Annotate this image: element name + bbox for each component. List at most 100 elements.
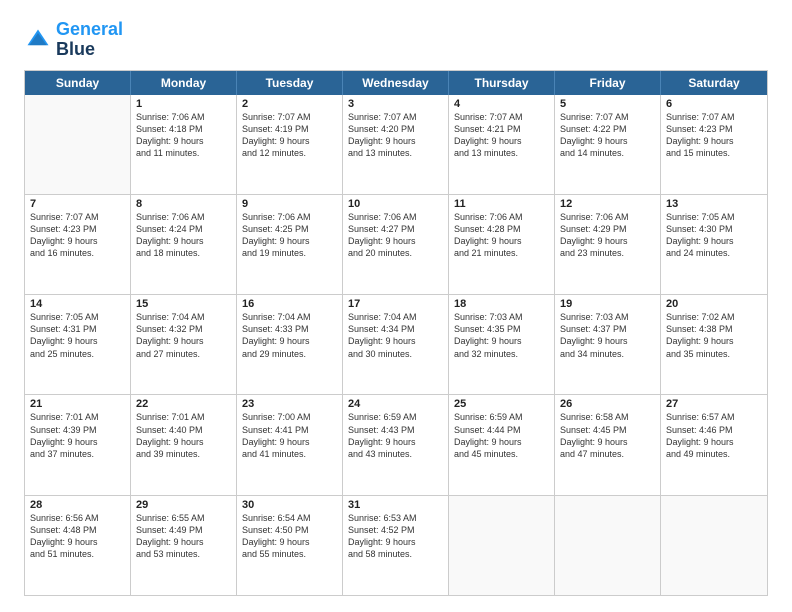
day-number: 30 <box>242 499 337 511</box>
calendar-body: 1Sunrise: 7:06 AM Sunset: 4:18 PM Daylig… <box>25 95 767 595</box>
calendar-header-day: Sunday <box>25 71 131 95</box>
day-number: 21 <box>30 398 125 410</box>
day-number: 16 <box>242 298 337 310</box>
calendar-header-day: Wednesday <box>343 71 449 95</box>
day-info: Sunrise: 6:54 AM Sunset: 4:50 PM Dayligh… <box>242 512 337 561</box>
calendar-cell: 30Sunrise: 6:54 AM Sunset: 4:50 PM Dayli… <box>237 496 343 595</box>
calendar-week-row: 14Sunrise: 7:05 AM Sunset: 4:31 PM Dayli… <box>25 295 767 395</box>
calendar-cell <box>449 496 555 595</box>
calendar-cell: 23Sunrise: 7:00 AM Sunset: 4:41 PM Dayli… <box>237 395 343 494</box>
day-info: Sunrise: 7:03 AM Sunset: 4:35 PM Dayligh… <box>454 311 549 360</box>
day-info: Sunrise: 7:07 AM Sunset: 4:21 PM Dayligh… <box>454 111 549 160</box>
calendar-header-day: Thursday <box>449 71 555 95</box>
calendar: SundayMondayTuesdayWednesdayThursdayFrid… <box>24 70 768 596</box>
calendar-week-row: 21Sunrise: 7:01 AM Sunset: 4:39 PM Dayli… <box>25 395 767 495</box>
calendar-cell: 14Sunrise: 7:05 AM Sunset: 4:31 PM Dayli… <box>25 295 131 394</box>
day-info: Sunrise: 7:06 AM Sunset: 4:27 PM Dayligh… <box>348 211 443 260</box>
day-info: Sunrise: 7:06 AM Sunset: 4:25 PM Dayligh… <box>242 211 337 260</box>
day-info: Sunrise: 6:56 AM Sunset: 4:48 PM Dayligh… <box>30 512 125 561</box>
day-number: 7 <box>30 198 125 210</box>
calendar-week-row: 1Sunrise: 7:06 AM Sunset: 4:18 PM Daylig… <box>25 95 767 195</box>
calendar-cell: 12Sunrise: 7:06 AM Sunset: 4:29 PM Dayli… <box>555 195 661 294</box>
day-number: 10 <box>348 198 443 210</box>
day-info: Sunrise: 7:07 AM Sunset: 4:19 PM Dayligh… <box>242 111 337 160</box>
calendar-cell: 26Sunrise: 6:58 AM Sunset: 4:45 PM Dayli… <box>555 395 661 494</box>
day-number: 27 <box>666 398 762 410</box>
day-info: Sunrise: 6:58 AM Sunset: 4:45 PM Dayligh… <box>560 411 655 460</box>
calendar-cell: 11Sunrise: 7:06 AM Sunset: 4:28 PM Dayli… <box>449 195 555 294</box>
day-number: 12 <box>560 198 655 210</box>
day-info: Sunrise: 6:59 AM Sunset: 4:43 PM Dayligh… <box>348 411 443 460</box>
day-info: Sunrise: 7:05 AM Sunset: 4:30 PM Dayligh… <box>666 211 762 260</box>
day-number: 17 <box>348 298 443 310</box>
day-info: Sunrise: 7:05 AM Sunset: 4:31 PM Dayligh… <box>30 311 125 360</box>
day-info: Sunrise: 7:07 AM Sunset: 4:23 PM Dayligh… <box>30 211 125 260</box>
day-number: 19 <box>560 298 655 310</box>
day-info: Sunrise: 6:53 AM Sunset: 4:52 PM Dayligh… <box>348 512 443 561</box>
day-info: Sunrise: 7:07 AM Sunset: 4:20 PM Dayligh… <box>348 111 443 160</box>
day-info: Sunrise: 7:00 AM Sunset: 4:41 PM Dayligh… <box>242 411 337 460</box>
calendar-cell: 4Sunrise: 7:07 AM Sunset: 4:21 PM Daylig… <box>449 95 555 194</box>
calendar-header-day: Saturday <box>661 71 767 95</box>
calendar-cell <box>555 496 661 595</box>
calendar-cell: 22Sunrise: 7:01 AM Sunset: 4:40 PM Dayli… <box>131 395 237 494</box>
day-info: Sunrise: 7:03 AM Sunset: 4:37 PM Dayligh… <box>560 311 655 360</box>
day-number: 4 <box>454 98 549 110</box>
day-number: 31 <box>348 499 443 511</box>
day-number: 28 <box>30 499 125 511</box>
day-number: 13 <box>666 198 762 210</box>
day-number: 8 <box>136 198 231 210</box>
calendar-cell: 25Sunrise: 6:59 AM Sunset: 4:44 PM Dayli… <box>449 395 555 494</box>
day-info: Sunrise: 7:02 AM Sunset: 4:38 PM Dayligh… <box>666 311 762 360</box>
day-info: Sunrise: 7:04 AM Sunset: 4:34 PM Dayligh… <box>348 311 443 360</box>
calendar-week-row: 7Sunrise: 7:07 AM Sunset: 4:23 PM Daylig… <box>25 195 767 295</box>
day-info: Sunrise: 7:07 AM Sunset: 4:22 PM Dayligh… <box>560 111 655 160</box>
calendar-cell: 19Sunrise: 7:03 AM Sunset: 4:37 PM Dayli… <box>555 295 661 394</box>
day-info: Sunrise: 7:04 AM Sunset: 4:32 PM Dayligh… <box>136 311 231 360</box>
logo: General Blue <box>24 20 123 60</box>
calendar-cell: 15Sunrise: 7:04 AM Sunset: 4:32 PM Dayli… <box>131 295 237 394</box>
calendar-cell: 1Sunrise: 7:06 AM Sunset: 4:18 PM Daylig… <box>131 95 237 194</box>
calendar-cell: 24Sunrise: 6:59 AM Sunset: 4:43 PM Dayli… <box>343 395 449 494</box>
day-number: 29 <box>136 499 231 511</box>
day-info: Sunrise: 7:01 AM Sunset: 4:40 PM Dayligh… <box>136 411 231 460</box>
calendar-cell: 20Sunrise: 7:02 AM Sunset: 4:38 PM Dayli… <box>661 295 767 394</box>
calendar-header-day: Monday <box>131 71 237 95</box>
header: General Blue <box>24 20 768 60</box>
calendar-cell: 6Sunrise: 7:07 AM Sunset: 4:23 PM Daylig… <box>661 95 767 194</box>
logo-text: General Blue <box>56 20 123 60</box>
day-number: 15 <box>136 298 231 310</box>
day-info: Sunrise: 7:06 AM Sunset: 4:29 PM Dayligh… <box>560 211 655 260</box>
calendar-cell: 7Sunrise: 7:07 AM Sunset: 4:23 PM Daylig… <box>25 195 131 294</box>
calendar-cell: 27Sunrise: 6:57 AM Sunset: 4:46 PM Dayli… <box>661 395 767 494</box>
day-number: 20 <box>666 298 762 310</box>
day-number: 1 <box>136 98 231 110</box>
calendar-cell: 9Sunrise: 7:06 AM Sunset: 4:25 PM Daylig… <box>237 195 343 294</box>
day-info: Sunrise: 7:06 AM Sunset: 4:24 PM Dayligh… <box>136 211 231 260</box>
day-info: Sunrise: 6:55 AM Sunset: 4:49 PM Dayligh… <box>136 512 231 561</box>
calendar-cell: 29Sunrise: 6:55 AM Sunset: 4:49 PM Dayli… <box>131 496 237 595</box>
day-info: Sunrise: 6:59 AM Sunset: 4:44 PM Dayligh… <box>454 411 549 460</box>
day-info: Sunrise: 7:04 AM Sunset: 4:33 PM Dayligh… <box>242 311 337 360</box>
day-info: Sunrise: 7:07 AM Sunset: 4:23 PM Dayligh… <box>666 111 762 160</box>
calendar-cell: 8Sunrise: 7:06 AM Sunset: 4:24 PM Daylig… <box>131 195 237 294</box>
day-number: 26 <box>560 398 655 410</box>
day-info: Sunrise: 7:01 AM Sunset: 4:39 PM Dayligh… <box>30 411 125 460</box>
calendar-cell: 17Sunrise: 7:04 AM Sunset: 4:34 PM Dayli… <box>343 295 449 394</box>
day-number: 6 <box>666 98 762 110</box>
day-number: 2 <box>242 98 337 110</box>
day-info: Sunrise: 7:06 AM Sunset: 4:28 PM Dayligh… <box>454 211 549 260</box>
calendar-cell: 21Sunrise: 7:01 AM Sunset: 4:39 PM Dayli… <box>25 395 131 494</box>
calendar-header-day: Tuesday <box>237 71 343 95</box>
calendar-week-row: 28Sunrise: 6:56 AM Sunset: 4:48 PM Dayli… <box>25 496 767 595</box>
day-number: 14 <box>30 298 125 310</box>
calendar-cell: 10Sunrise: 7:06 AM Sunset: 4:27 PM Dayli… <box>343 195 449 294</box>
calendar-cell: 13Sunrise: 7:05 AM Sunset: 4:30 PM Dayli… <box>661 195 767 294</box>
day-number: 23 <box>242 398 337 410</box>
day-info: Sunrise: 6:57 AM Sunset: 4:46 PM Dayligh… <box>666 411 762 460</box>
calendar-cell <box>661 496 767 595</box>
day-number: 5 <box>560 98 655 110</box>
day-number: 24 <box>348 398 443 410</box>
day-number: 22 <box>136 398 231 410</box>
day-number: 11 <box>454 198 549 210</box>
